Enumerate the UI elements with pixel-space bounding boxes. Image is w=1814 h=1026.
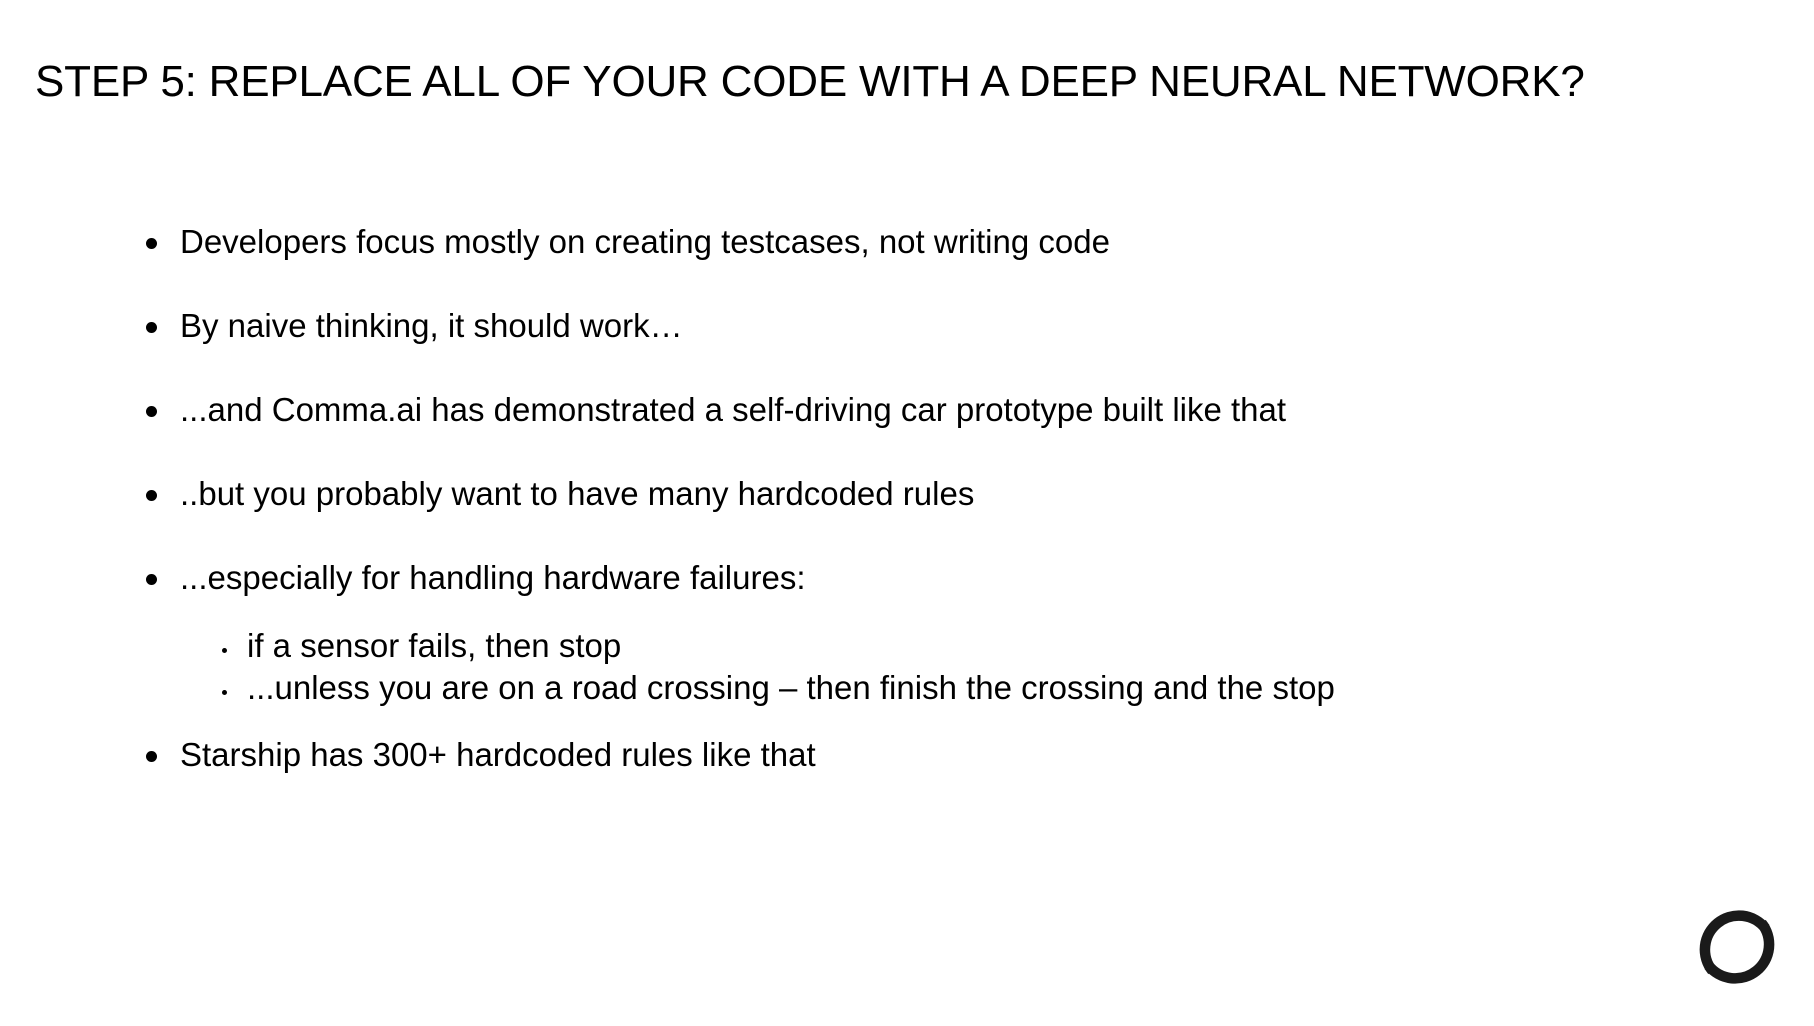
bullet-item: Developers focus mostly on creating test… <box>143 222 1335 262</box>
bullet-list: Developers focus mostly on creating test… <box>143 222 1335 819</box>
sub-bullet-list: if a sensor fails, then stop ...unless y… <box>210 625 1335 709</box>
sub-bullet-item: ...unless you are on a road crossing – t… <box>210 667 1335 709</box>
bullet-item: ..but you probably want to have many har… <box>143 474 1335 514</box>
sub-bullet-item: if a sensor fails, then stop <box>210 625 1335 667</box>
bullet-item: ...and Comma.ai has demonstrated a self-… <box>143 390 1335 430</box>
bullet-item-with-subitems: ...especially for handling hardware fail… <box>143 558 1335 709</box>
bullet-item: By naive thinking, it should work… <box>143 306 1335 346</box>
bullet-item-text: ...especially for handling hardware fail… <box>180 559 806 596</box>
brand-logo-icon <box>1699 910 1775 984</box>
slide: STEP 5: REPLACE ALL OF YOUR CODE WITH A … <box>0 0 1814 1026</box>
bullet-item: Starship has 300+ hardcoded rules like t… <box>143 735 1335 775</box>
slide-title: STEP 5: REPLACE ALL OF YOUR CODE WITH A … <box>35 57 1585 106</box>
